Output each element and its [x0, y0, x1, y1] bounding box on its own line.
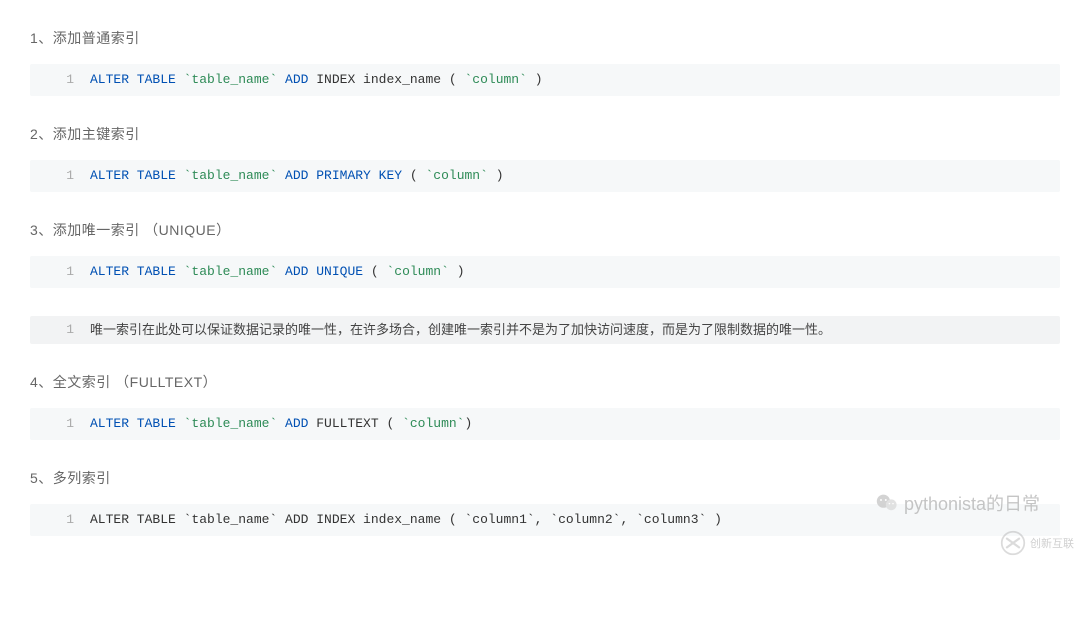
code-block-1: 1 ALTER TABLE `table_name` ADD INDEX ind…: [30, 64, 1060, 96]
keyword: ADD: [285, 72, 308, 87]
section-heading-3: 3、添加唯一索引 （UNIQUE）: [30, 220, 1080, 240]
code-line: ALTER TABLE `table_name` ADD FULLTEXT ( …: [90, 410, 1060, 438]
identifier: `table_name`: [176, 416, 285, 431]
identifier: `table_name`: [176, 72, 285, 87]
code-block-2: 1 ALTER TABLE `table_name` ADD PRIMARY K…: [30, 160, 1060, 192]
code-text: FULLTEXT (: [308, 416, 402, 431]
keyword: ALTER TABLE: [90, 72, 176, 87]
code-text: INDEX index_name (: [308, 72, 464, 87]
note-block: 1 唯一索引在此处可以保证数据记录的唯一性，在许多场合，创建唯一索引并不是为了加…: [30, 316, 1060, 344]
code-line: ALTER TABLE `table_name` ADD PRIMARY KEY…: [90, 162, 1060, 190]
keyword: ADD: [285, 416, 308, 431]
code-text: ): [527, 72, 543, 87]
corner-logo-text: 创新互联: [1030, 535, 1074, 551]
watermark-text: pythonista的日常: [904, 490, 1040, 516]
code-text: ): [449, 264, 465, 279]
identifier: `table_name`: [176, 168, 285, 183]
code-block-4: 1 ALTER TABLE `table_name` ADD FULLTEXT …: [30, 408, 1060, 440]
code-text: (: [363, 264, 386, 279]
code-line: ALTER TABLE `table_name` ADD INDEX index…: [90, 66, 1060, 94]
line-number: 1: [30, 316, 90, 344]
keyword: ALTER TABLE: [90, 264, 176, 279]
line-number: 1: [30, 506, 90, 534]
line-number: 1: [30, 66, 90, 94]
wechat-watermark: pythonista的日常: [876, 490, 1040, 516]
keyword: ALTER TABLE: [90, 168, 176, 183]
code-line: ALTER TABLE `table_name` ADD UNIQUE ( `c…: [90, 258, 1060, 286]
section-heading-2: 2、添加主键索引: [30, 124, 1080, 144]
note-text: 唯一索引在此处可以保证数据记录的唯一性，在许多场合，创建唯一索引并不是为了加快访…: [90, 316, 1060, 344]
identifier: `column`: [386, 264, 448, 279]
code-block-3: 1 ALTER TABLE `table_name` ADD UNIQUE ( …: [30, 256, 1060, 288]
line-number: 1: [30, 258, 90, 286]
logo-icon: [1000, 530, 1026, 556]
code-text: (: [402, 168, 425, 183]
keyword: ADD PRIMARY KEY: [285, 168, 402, 183]
identifier: `table_name`: [176, 264, 285, 279]
corner-logo: 创新互联: [1000, 530, 1074, 556]
code-text: ): [488, 168, 504, 183]
wechat-icon: [876, 494, 898, 512]
code-text: ): [465, 416, 473, 431]
keyword: ALTER TABLE: [90, 416, 176, 431]
section-heading-1: 1、添加普通索引: [30, 28, 1080, 48]
identifier: `column`: [425, 168, 487, 183]
line-number: 1: [30, 162, 90, 190]
identifier: `column`: [402, 416, 464, 431]
identifier: `column`: [464, 72, 526, 87]
section-heading-5: 5、多列索引: [30, 468, 1080, 488]
line-number: 1: [30, 410, 90, 438]
keyword: ADD UNIQUE: [285, 264, 363, 279]
section-heading-4: 4、全文索引 （FULLTEXT）: [30, 372, 1080, 392]
